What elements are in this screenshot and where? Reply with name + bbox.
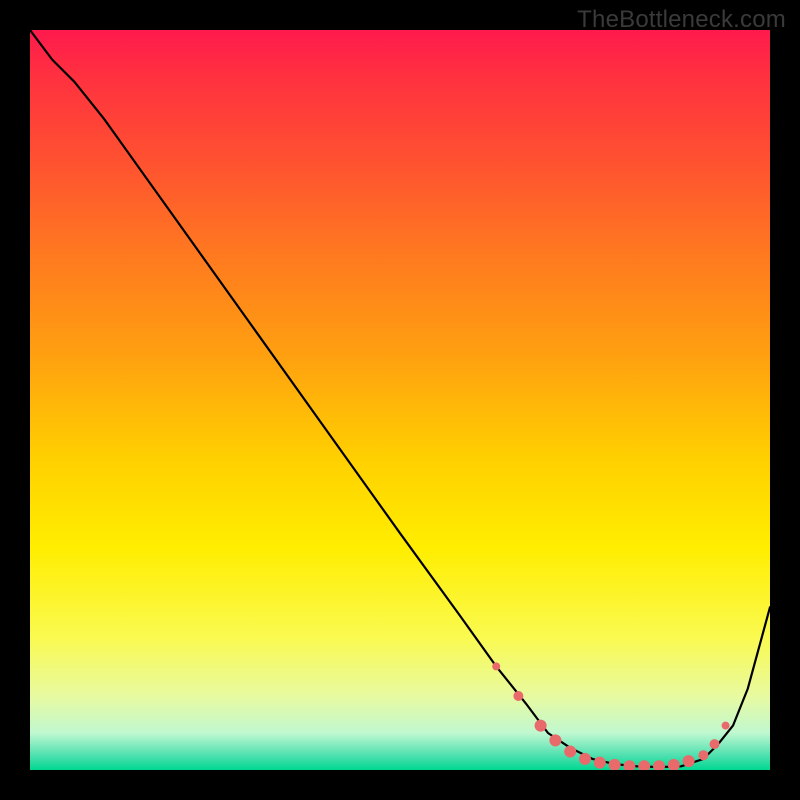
bottleneck-curve [30, 30, 770, 767]
data-point-marker [549, 734, 561, 746]
data-point-marker [492, 662, 500, 670]
data-point-marker [638, 760, 650, 770]
data-point-marker [535, 720, 547, 732]
marker-group [492, 662, 729, 770]
data-point-marker [722, 722, 730, 730]
watermark-label: TheBottleneck.com [577, 6, 786, 34]
data-point-marker [513, 691, 523, 701]
data-point-marker [668, 759, 680, 770]
data-point-marker [594, 757, 606, 769]
data-point-marker [698, 750, 708, 760]
data-point-marker [683, 755, 695, 767]
chart-container: TheBottleneck.com [0, 0, 800, 800]
chart-svg [30, 30, 770, 770]
data-point-marker [564, 746, 576, 758]
data-point-marker [579, 753, 591, 765]
data-point-marker [710, 739, 720, 749]
data-point-marker [653, 760, 665, 770]
data-point-marker [609, 759, 621, 770]
data-point-marker [623, 760, 635, 770]
plot-area [30, 30, 770, 770]
